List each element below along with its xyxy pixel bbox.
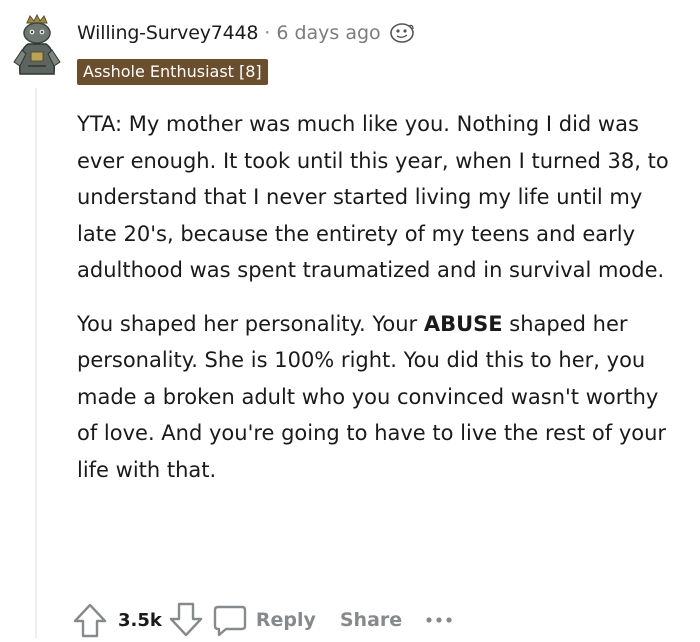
comment-meta: Willing-Survey7448 · 6 days ago	[77, 18, 415, 48]
comment-body: YTA: My mother was much like you. Nothin…	[77, 106, 677, 505]
user-flair: Asshole Enthusiast [8]	[77, 59, 268, 85]
comment-paragraph-1: YTA: My mother was much like you. Nothin…	[77, 112, 669, 282]
avatar[interactable]	[8, 13, 66, 76]
timestamp[interactable]: 6 days ago	[276, 22, 380, 44]
thread-line[interactable]	[35, 88, 37, 638]
award-icon[interactable]	[389, 22, 415, 44]
snoo-avatar-icon	[13, 13, 61, 75]
vote-score: 3.5k	[118, 609, 162, 631]
reply-button[interactable]: Reply	[212, 602, 316, 638]
upvote-icon[interactable]	[72, 601, 108, 639]
comment-paragraph-2: You shaped her personality. Your ABUSE s…	[77, 306, 677, 489]
downvote-icon[interactable]	[168, 601, 204, 639]
paragraph-2-lead: You shaped her personality. Your	[77, 311, 424, 336]
comment: Willing-Survey7448 · 6 days ago Asshole …	[0, 0, 700, 638]
bold-emphasis: ABUSE	[423, 311, 503, 336]
share-button[interactable]: Share	[340, 609, 402, 631]
comment-actions: 3.5k Reply Share	[72, 598, 454, 642]
more-options-icon[interactable]	[424, 613, 454, 627]
reply-label: Reply	[255, 609, 316, 631]
comment-bubble-icon	[213, 605, 247, 637]
paragraph-2-rest: shaped her personality. She is 100% righ…	[77, 311, 667, 482]
meta-separator: ·	[264, 22, 271, 44]
username[interactable]: Willing-Survey7448	[77, 22, 258, 44]
